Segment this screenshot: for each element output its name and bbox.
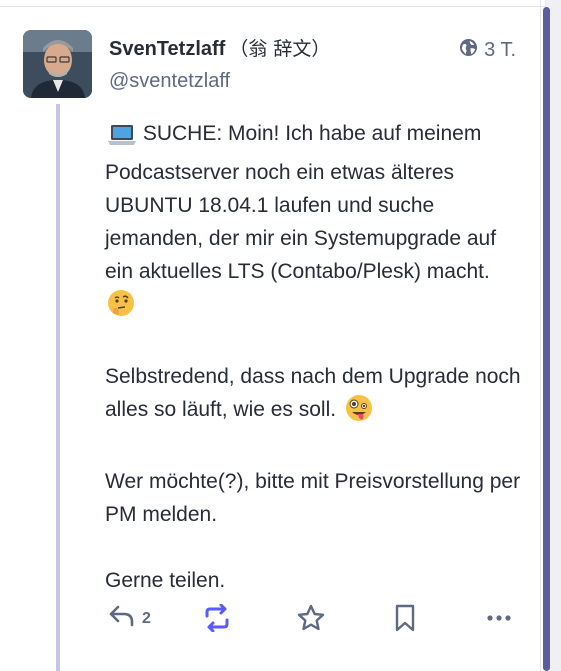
paragraph-2-text: Selbstredend, dass nach dem Upgrade noch…: [105, 365, 521, 421]
zany-face-icon: [344, 394, 374, 432]
star-icon: [296, 604, 326, 637]
paragraph-1: SUCHE: Moin! Ich habe auf meinem Podcast…: [105, 117, 525, 327]
status-content: SUCHE: Moin! Ich habe auf meinem Podcast…: [105, 117, 525, 597]
paragraph-2: Selbstredend, dass nach dem Upgrade noch…: [105, 360, 525, 432]
timestamp[interactable]: 3 T.: [459, 38, 516, 63]
avatar[interactable]: [23, 30, 92, 98]
display-name-text: SvenTetzlaff: [109, 38, 226, 60]
more-button[interactable]: [485, 604, 513, 637]
favourite-button[interactable]: [296, 604, 326, 637]
bookmark-icon: [393, 604, 417, 637]
display-name-cjk: （翁 辞文）: [229, 38, 331, 60]
paragraph-4: Gerne teilen.: [105, 569, 226, 592]
reply-button[interactable]: 2: [108, 604, 151, 633]
scrollbar-thumb[interactable]: [543, 7, 550, 671]
relative-time: 3 T.: [484, 39, 516, 61]
boost-icon: [202, 603, 232, 637]
thinking-face-icon: [107, 289, 135, 327]
action-bar: 2: [105, 600, 517, 640]
card-border: [540, 0, 541, 671]
reply-icon: [108, 604, 136, 633]
paragraph-3: Wer möchte(?), bitte mit Preisvorstellun…: [105, 470, 521, 526]
bookmark-button[interactable]: [393, 604, 417, 637]
more-icon: [485, 604, 513, 637]
paragraph-1-text: SUCHE: Moin! Ich habe auf meinem Podcast…: [105, 122, 497, 283]
reply-count: 2: [142, 609, 151, 627]
display-name[interactable]: SvenTetzlaff （翁 辞文）: [109, 34, 330, 61]
laptop-icon: [107, 123, 137, 156]
status-card[interactable]: SvenTetzlaff （翁 辞文） @sventetzlaff 3 T. SU…: [0, 0, 540, 671]
account-handle[interactable]: @sventetzlaff: [109, 70, 230, 93]
boost-button[interactable]: [202, 603, 232, 637]
thread-line: [56, 104, 60, 671]
globe-icon: [459, 38, 478, 63]
